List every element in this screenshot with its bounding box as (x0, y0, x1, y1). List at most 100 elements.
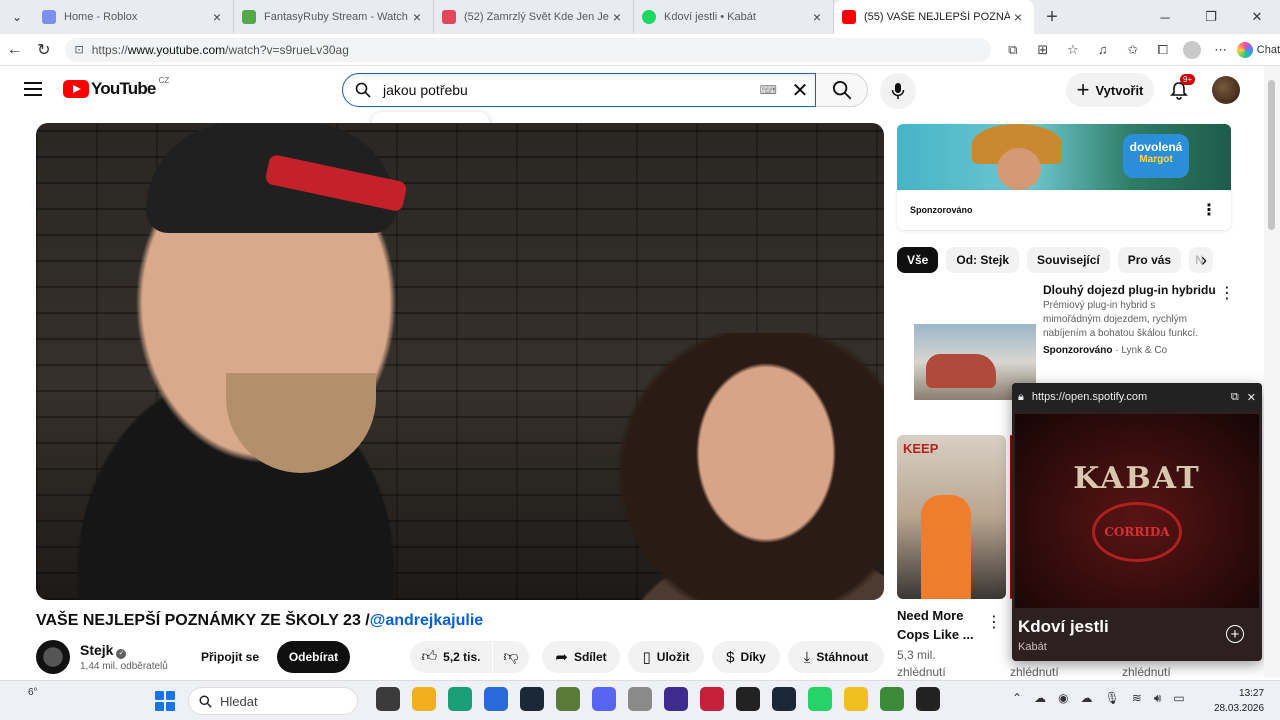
minimize-icon[interactable]: ─ (1142, 0, 1188, 34)
taskbar-app-icon-12[interactable] (808, 687, 832, 711)
taskbar-app-icon-13[interactable] (844, 687, 868, 711)
taskbar-app-icon-1[interactable] (412, 687, 436, 711)
like-button[interactable]: 👍︎ 5,2 tis. (410, 641, 492, 673)
taskbar-clock[interactable]: 13:27 28.03.2026 (1214, 686, 1264, 716)
ad-card[interactable]: Sponzorováno ⋮ (897, 190, 1231, 230)
page-scrollbar[interactable] (1264, 66, 1280, 678)
settings-more-icon[interactable]: ⋯ (1211, 42, 1231, 58)
battery-icon[interactable]: ▭ (1173, 691, 1184, 706)
mention-link[interactable]: @andrejkajulie (370, 612, 483, 629)
favorites-icon[interactable]: ✩ (1123, 42, 1143, 58)
tab-close-icon[interactable]: × (809, 9, 825, 25)
create-button[interactable]: + Vytvořit (1066, 73, 1154, 107)
tab-close-icon[interactable]: × (1010, 9, 1026, 25)
taskbar-app-icon-2[interactable] (448, 687, 472, 711)
browser-tab-fantasyruby[interactable]: FantasyRuby Stream - Watch Live × (234, 0, 434, 34)
chevron-right-icon[interactable]: › (1201, 250, 1207, 271)
chip-related[interactable]: Související (1027, 247, 1110, 273)
join-button[interactable]: Připojit se (190, 641, 270, 673)
taskbar-app-icon-15[interactable] (916, 687, 940, 711)
browser-tab-spotify[interactable]: Kdoví jestli • Kabát × (634, 0, 834, 34)
taskbar-app-icon-4[interactable] (520, 687, 544, 711)
ad-banner-image[interactable]: dovolená Margot (897, 124, 1231, 190)
pip-close-icon[interactable]: ✕ (1247, 391, 1256, 404)
media-icon[interactable]: ♫ (1093, 42, 1113, 57)
back-to-tab-icon[interactable]: ⧉ (1231, 391, 1239, 404)
windows-start-icon[interactable] (155, 691, 175, 711)
close-window-icon[interactable]: ✕ (1234, 0, 1280, 34)
more-options-icon[interactable]: ⋮ (986, 612, 1002, 632)
search-input[interactable]: jakou potřebu (383, 82, 760, 98)
taskbar-app-icon-7[interactable] (628, 687, 652, 711)
taskbar-app-icon-0[interactable] (376, 687, 400, 711)
onedrive-icon[interactable]: ☁ (1034, 691, 1046, 706)
more-options-icon[interactable]: ⋮ (1219, 283, 1235, 303)
address-bar[interactable]: ⊡ https://www.youtube.com/watch?v=s9rueL… (64, 37, 991, 62)
extensions-icon[interactable]: ⊞ (1033, 42, 1053, 58)
chip-for-you[interactable]: Pro vás (1117, 247, 1182, 273)
channel-name[interactable]: Stejk (80, 642, 113, 658)
menu-icon[interactable] (24, 82, 42, 96)
save-button[interactable]: ▯ Uložit (628, 641, 704, 673)
track-artist[interactable]: Kabát (1018, 641, 1047, 653)
chip-all[interactable]: Vše (897, 247, 939, 273)
browser-tab-youtube-active[interactable]: (55) VAŠE NEJLEPŠÍ POZNÁMKY ZE × (834, 0, 1034, 34)
tab-actions-icon[interactable]: ⌄ (0, 0, 34, 34)
cloud-icon[interactable]: ☁ (1081, 691, 1093, 706)
search-box[interactable]: jakou potřebu ⌨ ✕ (342, 73, 816, 107)
collections-icon[interactable]: ⧠ (1153, 42, 1173, 58)
taskbar-app-icon-10[interactable] (736, 687, 760, 711)
browser-tab-roblox[interactable]: Home - Roblox × (34, 0, 234, 34)
thanks-button[interactable]: $ Díky (712, 641, 780, 673)
search-button[interactable] (816, 73, 868, 107)
taskbar-app-icon-6[interactable] (592, 687, 616, 711)
notifications-button[interactable]: 9+ (1164, 74, 1196, 106)
channel-name-block[interactable]: Stejk ✓ (80, 642, 127, 659)
site-info-icon[interactable]: ⊡ (75, 43, 84, 56)
taskbar-app-icon-5[interactable] (556, 687, 580, 711)
clear-search-icon[interactable]: ✕ (785, 78, 815, 103)
dislike-button[interactable]: 👎︎ (493, 641, 529, 673)
tab-close-icon[interactable]: × (609, 9, 625, 25)
tab-close-icon[interactable]: × (409, 9, 425, 25)
new-tab-button[interactable]: + (1034, 0, 1070, 34)
taskbar-search[interactable]: Hledat (188, 687, 358, 715)
video-player[interactable] (36, 123, 884, 600)
volume-icon[interactable]: 🔊︎ (1154, 691, 1162, 706)
profile-avatar-icon[interactable] (1182, 40, 1201, 59)
youtube-logo[interactable]: YouTube CZ (63, 76, 169, 99)
browser-tab-youtube-52[interactable]: (52) Zamrzlý Svět Kde Jen Jeden Vi × (434, 0, 634, 34)
copilot-chat-button[interactable]: Chat (1236, 41, 1280, 58)
maximize-icon[interactable]: ❐ (1188, 0, 1234, 34)
add-to-library-icon[interactable]: + (1226, 625, 1244, 643)
taskbar-app-icon-11[interactable] (772, 687, 796, 711)
more-options-icon[interactable]: ⋮ (1201, 200, 1217, 220)
download-button[interactable]: ⤓ Stáhnout (788, 641, 884, 673)
promo-title[interactable]: Dlouhý dojezd plug-in hybridu (1043, 283, 1216, 297)
show-hidden-icons-icon[interactable]: ⌃ (1012, 691, 1022, 706)
reload-icon[interactable]: ↻ (29, 40, 58, 60)
taskbar-app-icon-8[interactable] (664, 687, 688, 711)
taskbar-app-icon-14[interactable] (880, 687, 904, 711)
chrome-icon[interactable]: ◉ (1058, 691, 1068, 706)
translate-icon[interactable]: ⧉ (1003, 42, 1023, 58)
account-avatar[interactable] (1212, 76, 1240, 104)
taskbar-app-icon-3[interactable] (484, 687, 508, 711)
channel-avatar[interactable] (36, 640, 70, 674)
share-button[interactable]: ➦ Sdílet (542, 641, 620, 673)
recommended-title[interactable]: Need More Cops Like ... (897, 606, 974, 644)
scrollbar-thumb[interactable] (1268, 80, 1275, 230)
keyboard-icon[interactable]: ⌨ (760, 83, 777, 97)
subscribe-button[interactable]: Odebírat (277, 641, 350, 673)
recommended-thumbnail[interactable]: KEEP (897, 435, 1006, 599)
favorite-star-icon[interactable]: ☆ (1063, 42, 1083, 58)
wifi-icon[interactable]: ≋ (1132, 691, 1142, 706)
spotify-pip-window[interactable]: 🔒︎ https://open.spotify.com ⧉ ✕ KABAT CO… (1012, 383, 1262, 661)
voice-search-button[interactable] (880, 73, 916, 109)
microphone-icon[interactable]: 🎙︎ (1105, 691, 1120, 706)
chip-from-channel[interactable]: Od: Stejk (946, 247, 1020, 273)
back-icon[interactable]: ← (0, 41, 29, 59)
taskbar-app-icon-9[interactable] (700, 687, 724, 711)
weather-widget[interactable]: 6° (28, 687, 38, 698)
tab-close-icon[interactable]: × (209, 9, 225, 25)
